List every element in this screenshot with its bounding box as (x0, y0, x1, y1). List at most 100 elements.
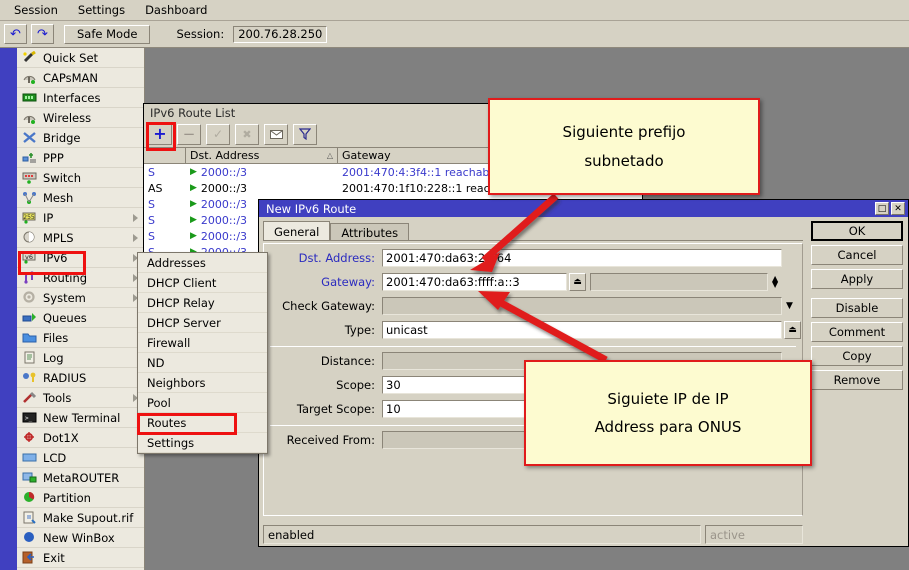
sidebar-item-bridge[interactable]: Bridge (17, 128, 144, 148)
copy-button[interactable]: Copy (811, 346, 903, 366)
sidebar-item-tools[interactable]: Tools (17, 388, 144, 408)
sidebar-item-wireless[interactable]: Wireless (17, 108, 144, 128)
svg-text:>_: >_ (25, 415, 33, 422)
sidebar-item-exit[interactable]: Exit (17, 548, 144, 568)
sidebar-item-capsman[interactable]: CAPsMAN (17, 68, 144, 88)
sidebar-item-ip[interactable]: 255IP (17, 208, 144, 228)
sidebar-item-lcd[interactable]: LCD (17, 448, 144, 468)
tab-general[interactable]: General (263, 221, 330, 241)
bridge-icon (21, 131, 38, 145)
form-divider (270, 346, 796, 347)
log-icon (21, 351, 38, 365)
sidebar-item-mesh[interactable]: Mesh (17, 188, 144, 208)
dot1x-icon (21, 431, 38, 445)
ipv6-submenu-item-pool[interactable]: Pool (138, 393, 267, 413)
menu-settings[interactable]: Settings (68, 1, 135, 19)
menu-dashboard[interactable]: Dashboard (135, 1, 217, 19)
disable-icon[interactable]: ✖ (235, 124, 259, 145)
sidebar-item-ppp[interactable]: PPP (17, 148, 144, 168)
remove-icon[interactable]: − (177, 124, 201, 145)
route-flag: S (144, 198, 186, 211)
ipv6-submenu-item-firewall[interactable]: Firewall (138, 333, 267, 353)
close-icon[interactable]: ✕ (891, 202, 905, 215)
sidebar-item-ipv6[interactable]: v6IPv6 (17, 248, 144, 268)
sidebar-item-label: Partition (43, 491, 91, 505)
route-dst-address: 2000::/3 (201, 230, 247, 243)
terminal-icon: >_ (21, 411, 38, 425)
disable-button[interactable]: Disable (811, 298, 903, 318)
label-received-from: Received From: (264, 433, 382, 447)
column-dst-address[interactable]: Dst. Address △ (186, 148, 338, 163)
ipv6-submenu-item-addresses[interactable]: Addresses (138, 253, 267, 273)
antenna-icon (21, 111, 38, 125)
route-dst-address: 2000::/3 (201, 214, 247, 227)
dialog-titlebar[interactable]: New IPv6 Route □ ✕ (259, 200, 908, 217)
cancel-button[interactable]: Cancel (811, 245, 903, 265)
route-dst-cell: ▶2000::/3 (186, 182, 338, 195)
ipv6-submenu-item-dhcp-server[interactable]: DHCP Server (138, 313, 267, 333)
type-dropdown-icon[interactable]: ⏏ (784, 321, 801, 339)
sidebar-item-routing[interactable]: Routing (17, 268, 144, 288)
column-flag[interactable] (144, 148, 186, 163)
sidebar-item-metarouter[interactable]: MetaROUTER (17, 468, 144, 488)
gateway-spinner-icon[interactable]: ▲▼ (772, 276, 778, 288)
ipv6-submenu-item-nd[interactable]: ND (138, 353, 267, 373)
sidebar-item-label: Tools (43, 391, 71, 405)
routing-icon (21, 271, 38, 285)
sidebar-item-label: RADIUS (43, 371, 86, 385)
remove-button[interactable]: Remove (811, 370, 903, 390)
enable-icon[interactable]: ✓ (206, 124, 230, 145)
switch-icon (21, 171, 38, 185)
sidebar-item-system[interactable]: System (17, 288, 144, 308)
sidebar-item-partition[interactable]: Partition (17, 488, 144, 508)
sidebar-item-new-terminal[interactable]: >_ New Terminal (17, 408, 144, 428)
ipv6-submenu-item-settings[interactable]: Settings (138, 433, 267, 453)
comment-icon[interactable] (264, 124, 288, 145)
sidebar-item-queues[interactable]: Queues (17, 308, 144, 328)
ipv6-submenu-item-dhcp-client[interactable]: DHCP Client (138, 273, 267, 293)
safe-mode-button[interactable]: Safe Mode (64, 25, 150, 44)
sidebar-item-new-winbox[interactable]: New WinBox (17, 528, 144, 548)
sidebar-item-label: New Terminal (43, 411, 120, 425)
label-type: Type: (264, 323, 382, 337)
chevron-right-icon (133, 214, 138, 222)
sidebar-item-make-supout-rif[interactable]: Make Supout.rif (17, 508, 144, 528)
antenna-icon (21, 71, 38, 85)
apply-button[interactable]: Apply (811, 269, 903, 289)
maximize-icon[interactable]: □ (875, 202, 889, 215)
ipv6-submenu-item-routes[interactable]: Routes (138, 413, 267, 433)
redo-arrow-icon[interactable]: ↷ (31, 24, 54, 44)
sidebar-item-dot1x[interactable]: Dot1X (17, 428, 144, 448)
sidebar-item-quick-set[interactable]: Quick Set (17, 48, 144, 68)
input-dst-address[interactable]: 2001:470:da63:2::/64 (382, 249, 782, 267)
sidebar-item-interfaces[interactable]: Interfaces (17, 88, 144, 108)
winbox-icon (21, 531, 38, 545)
comment-button[interactable]: Comment (811, 322, 903, 342)
sidebar-item-radius[interactable]: RADIUS (17, 368, 144, 388)
ok-button[interactable]: OK (811, 221, 903, 241)
filter-icon[interactable] (293, 124, 317, 145)
sidebar-item-log[interactable]: Log (17, 348, 144, 368)
input-gateway[interactable]: 2001:470:da63:ffff:a::3 (382, 273, 567, 291)
ipv6-submenu-item-dhcp-relay[interactable]: DHCP Relay (138, 293, 267, 313)
session-address-field[interactable]: 200.76.28.250 (233, 26, 327, 43)
sidebar-item-label: Log (43, 351, 64, 365)
input-type[interactable]: unicast (382, 321, 782, 339)
undo-arrow-icon[interactable]: ↶ (4, 24, 27, 44)
tab-attributes[interactable]: Attributes (330, 223, 409, 241)
tools-icon (21, 391, 38, 405)
sidebar-item-label: IP (43, 211, 53, 225)
label-gateway: Gateway: (264, 275, 382, 289)
add-icon[interactable]: + (148, 124, 172, 145)
session-label: Session: (176, 27, 224, 41)
sidebar-item-switch[interactable]: Switch (17, 168, 144, 188)
gateway-interface-field[interactable] (590, 273, 768, 291)
gateway-dropdown-icon[interactable]: ⏏ (569, 273, 586, 291)
sidebar-item-mpls[interactable]: MPLS (17, 228, 144, 248)
label-check-gateway: Check Gateway: (264, 299, 382, 313)
ipv6-submenu-item-neighbors[interactable]: Neighbors (138, 373, 267, 393)
ipv6-submenu: AddressesDHCP ClientDHCP RelayDHCP Serve… (137, 252, 268, 454)
check-gateway-dropdown-icon[interactable]: ▼ (786, 301, 793, 311)
menu-session[interactable]: Session (4, 1, 68, 19)
sidebar-item-files[interactable]: Files (17, 328, 144, 348)
